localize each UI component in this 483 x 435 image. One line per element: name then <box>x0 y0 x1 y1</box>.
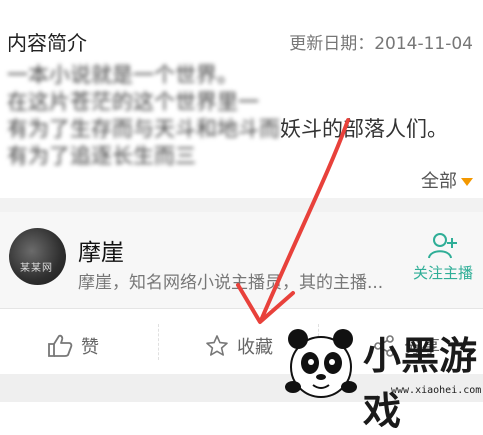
follow-anchor-button[interactable]: 关注主播 <box>410 232 476 283</box>
add-user-icon <box>428 233 457 259</box>
separator <box>158 324 159 360</box>
anchor-name[interactable]: 摩崖 <box>78 233 124 267</box>
thumbs-up-icon <box>48 334 73 357</box>
update-date: 更新日期：2014-11-04 <box>289 34 473 54</box>
anchor-bio: 摩崖，知名网络小说主播员，其的主播... <box>78 273 384 293</box>
star-icon <box>206 335 228 356</box>
description-line: 一本小说就是一个世界。 <box>7 63 238 87</box>
favorite-button[interactable]: 收藏 <box>205 333 273 359</box>
intro-header: 内容简介 更新日期：2014-11-04 <box>0 0 483 70</box>
description-line: 有为了追逐长生而三 <box>7 144 196 168</box>
description-line: 在这片苍茫的这个世界里一 <box>7 90 259 114</box>
expand-all-button[interactable]: 全部 <box>421 167 473 193</box>
watermark: 小黑游戏 www.xiaohei.com <box>283 315 483 433</box>
description: 一本小说就是一个世界。 在这片苍茫的这个世界里一 有为了生存而与天斗和地斗而妖斗… <box>7 62 477 170</box>
like-button[interactable]: 赞 <box>47 333 99 359</box>
avatar[interactable]: 某某网 <box>9 228 66 285</box>
section-divider <box>0 198 483 212</box>
watermark-url: www.xiaohei.com <box>391 385 482 396</box>
panda-mascot-icon <box>285 329 357 398</box>
description-line: 有为了生存而与天斗和地斗而妖斗的部落人们。 <box>7 117 448 141</box>
intro-title: 内容简介 <box>7 31 87 55</box>
watermark-logo-text: 小黑游戏 <box>363 334 478 433</box>
caret-down-icon <box>461 178 473 186</box>
